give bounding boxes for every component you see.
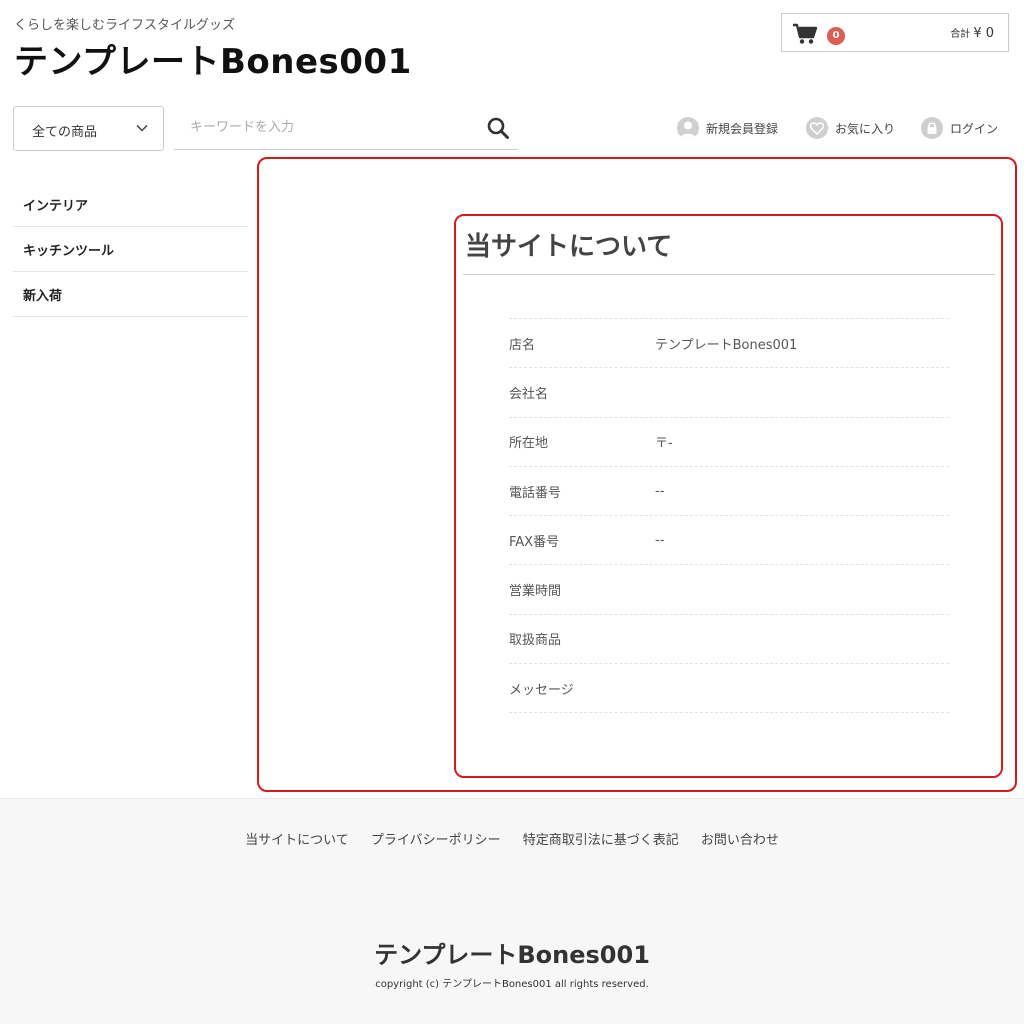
footer-link-commerce-law[interactable]: 特定商取引法に基づく表記 bbox=[523, 833, 679, 848]
page-title: 当サイトについて bbox=[465, 232, 673, 262]
cart-count-badge: 0 bbox=[827, 27, 845, 45]
row-key: FAX番号 bbox=[509, 534, 560, 550]
footer-link-about[interactable]: 当サイトについて bbox=[245, 833, 349, 848]
favorites-link[interactable]: お気に入り bbox=[806, 116, 895, 140]
category-select[interactable]: 全ての商品 bbox=[13, 106, 164, 151]
search-input[interactable] bbox=[174, 106, 474, 148]
sidebar-item-interior[interactable]: インテリア bbox=[13, 182, 248, 227]
table-row: 営業時間 bbox=[509, 565, 949, 615]
search-bar bbox=[174, 106, 518, 150]
sidebar-item-kitchen-tools[interactable]: キッチンツール bbox=[13, 227, 248, 272]
table-row: 所在地 〒- bbox=[509, 418, 949, 467]
cart-total-label: 合計 bbox=[950, 29, 971, 40]
row-key: メッセージ bbox=[509, 682, 574, 698]
table-row: 取扱商品 bbox=[509, 615, 949, 665]
user-icon bbox=[677, 117, 699, 139]
register-link[interactable]: 新規会員登録 bbox=[677, 116, 778, 140]
cart-button[interactable]: 0 合計 ¥ 0 bbox=[781, 13, 1009, 52]
page-footer: 当サイトについて プライバシーポリシー 特定商取引法に基づく表記 お問い合わせ … bbox=[0, 798, 1024, 1024]
copyright-text: copyright (c) テンプレートBones001 all rights … bbox=[375, 979, 649, 990]
footer-link-contact[interactable]: お問い合わせ bbox=[701, 833, 779, 848]
login-link[interactable]: ログイン bbox=[921, 116, 998, 140]
footer-nav: 当サイトについて プライバシーポリシー 特定商取引法に基づく表記 お問い合わせ bbox=[0, 829, 1024, 848]
row-key: 営業時間 bbox=[509, 584, 562, 600]
cart-total: 合計 ¥ 0 bbox=[950, 25, 994, 41]
cart-icon bbox=[793, 23, 818, 44]
category-select-value: 全ての商品 bbox=[32, 125, 98, 140]
row-value: 〒- bbox=[655, 436, 673, 452]
row-key: 店名 bbox=[509, 337, 536, 353]
lock-icon bbox=[921, 117, 943, 139]
site-title[interactable]: テンプレートBones001 bbox=[14, 34, 412, 83]
chevron-down-icon bbox=[136, 124, 148, 132]
heart-icon bbox=[806, 117, 828, 139]
cart-total-value: ¥ 0 bbox=[973, 26, 994, 41]
row-value: -- bbox=[655, 532, 665, 548]
register-label: 新規会員登録 bbox=[706, 121, 779, 136]
login-label: ログイン bbox=[950, 121, 999, 136]
favorites-label: お気に入り bbox=[835, 121, 896, 136]
row-key: 取扱商品 bbox=[509, 633, 562, 649]
row-key: 会社名 bbox=[509, 386, 549, 402]
sidebar-item-new-arrivals[interactable]: 新入荷 bbox=[13, 272, 248, 317]
title-divider bbox=[463, 274, 995, 275]
table-row: メッセージ bbox=[509, 664, 949, 714]
search-icon[interactable] bbox=[486, 116, 510, 140]
shop-info-table: 店名 テンプレートBones001 会社名 所在地 〒- 電話番号 -- FAX… bbox=[509, 318, 949, 714]
row-value: -- bbox=[655, 483, 665, 499]
site-tagline: くらしを楽しむライフスタイルグッズ bbox=[14, 18, 236, 33]
footer-site-title: テンプレートBones001 bbox=[374, 941, 650, 969]
footer-link-privacy[interactable]: プライバシーポリシー bbox=[371, 833, 501, 848]
table-row: 店名 テンプレートBones001 bbox=[509, 319, 949, 369]
table-row: 会社名 bbox=[509, 368, 949, 418]
table-row: 電話番号 -- bbox=[509, 467, 949, 517]
category-sidebar: インテリア キッチンツール 新入荷 bbox=[13, 182, 248, 317]
table-row: FAX番号 -- bbox=[509, 516, 949, 566]
row-value: テンプレートBones001 bbox=[655, 337, 798, 353]
row-key: 電話番号 bbox=[509, 485, 562, 501]
row-key: 所在地 bbox=[509, 436, 549, 452]
